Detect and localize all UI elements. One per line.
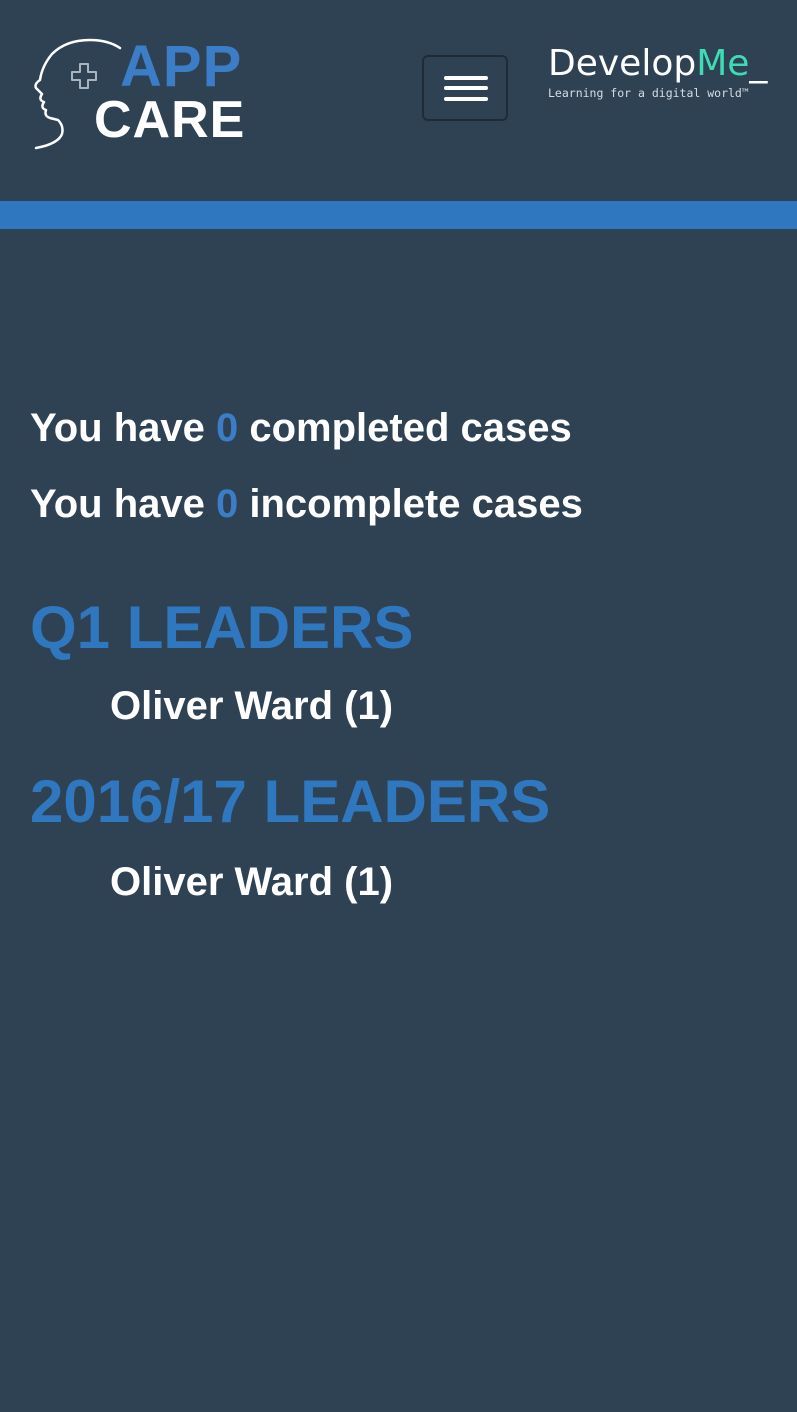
accent-divider	[0, 201, 797, 229]
q1-leaders-heading: Q1 LEADERS	[30, 594, 414, 661]
brand-name-cursor: _	[749, 43, 768, 84]
completed-count: 0	[215, 406, 239, 450]
brand-name: DevelopMe_	[548, 46, 768, 82]
logo-app-text: APP	[120, 34, 243, 99]
brand-name-develop: Develop	[548, 43, 697, 84]
menu-toggle-button[interactable]	[422, 55, 508, 121]
main-content: You have 0 completed cases You have 0 in…	[30, 390, 770, 902]
q1-leader-entry: Oliver Ward (1)	[110, 684, 394, 728]
hamburger-icon	[444, 76, 488, 80]
incomplete-cases-stat: You have 0 incomplete cases	[30, 482, 583, 526]
completed-cases-stat: You have 0 completed cases	[30, 406, 572, 450]
logo-care-text: CARE	[94, 91, 246, 149]
brand-tagline: Learning for a digital world™	[548, 86, 749, 100]
app-care-logo[interactable]: APP CARE	[28, 36, 248, 156]
brand-name-me: Me	[696, 43, 750, 84]
site-header: APP CARE DevelopMe_ Learning for a digit…	[0, 0, 797, 201]
season-leader-entry: Oliver Ward (1)	[110, 860, 394, 904]
incomplete-count: 0	[215, 482, 239, 526]
developme-logo[interactable]: DevelopMe_ Learning for a digital world™	[548, 46, 768, 101]
season-leaders-heading: 2016/17 LEADERS	[30, 768, 551, 835]
